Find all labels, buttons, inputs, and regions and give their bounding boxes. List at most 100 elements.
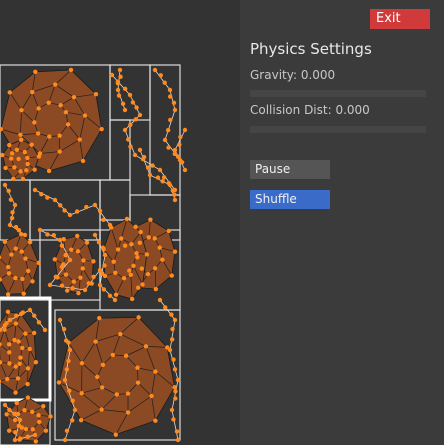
node: [16, 228, 22, 233]
node: [68, 67, 74, 73]
node: [27, 346, 32, 352]
node: [79, 360, 85, 366]
node: [128, 144, 133, 149]
node: [167, 87, 173, 93]
node: [161, 175, 167, 180]
node: [53, 274, 59, 280]
node: [21, 291, 26, 296]
physics-viewport[interactable]: [0, 0, 240, 445]
node: [11, 176, 16, 182]
node: [62, 377, 68, 383]
rope: [111, 74, 176, 191]
node: [100, 271, 105, 276]
node: [12, 202, 18, 208]
node: [115, 87, 121, 93]
node: [47, 134, 52, 139]
node: [24, 168, 29, 173]
node: [7, 90, 12, 95]
node: [18, 137, 24, 143]
node: [122, 107, 128, 113]
node: [129, 296, 135, 302]
node: [84, 204, 89, 210]
node: [25, 395, 31, 400]
node: [170, 188, 176, 193]
node: [127, 268, 132, 273]
node: [33, 439, 39, 444]
node: [61, 326, 67, 332]
node: [0, 152, 5, 158]
shuffle-button[interactable]: Shuffle: [250, 190, 330, 209]
node: [166, 145, 171, 150]
node: [80, 158, 86, 164]
node: [33, 69, 38, 74]
node: [57, 317, 63, 323]
node: [47, 282, 53, 288]
node: [12, 411, 17, 417]
node: [5, 309, 11, 315]
node: [153, 418, 158, 423]
node: [130, 100, 136, 105]
node: [12, 337, 17, 343]
node: [13, 430, 18, 435]
node: [171, 417, 176, 422]
node: [29, 142, 34, 147]
node: [2, 402, 8, 408]
node: [79, 391, 84, 396]
node: [91, 259, 96, 264]
node: [135, 255, 140, 260]
node: [175, 154, 181, 159]
node: [57, 237, 63, 243]
node: [36, 413, 41, 418]
node: [36, 320, 42, 325]
node: [169, 407, 175, 413]
node: [52, 197, 58, 203]
node: [71, 94, 77, 100]
node: [9, 151, 15, 156]
node: [15, 376, 21, 381]
node: [115, 247, 121, 252]
node: [2, 239, 8, 244]
node: [166, 228, 171, 234]
node: [6, 271, 12, 276]
container-outline: [109, 119, 131, 181]
node: [118, 331, 123, 337]
pause-button[interactable]: Pause: [250, 160, 330, 179]
node: [6, 428, 12, 433]
node: [123, 353, 129, 359]
node: [32, 432, 38, 438]
container-outline: [0, 179, 31, 241]
node: [168, 117, 173, 123]
node: [167, 94, 173, 99]
node: [66, 358, 71, 364]
node: [167, 347, 173, 353]
node: [58, 102, 63, 108]
node: [13, 364, 18, 369]
node: [165, 127, 171, 133]
node: [20, 276, 25, 282]
node: [39, 192, 44, 197]
gravity-label: Gravity: 0.000: [250, 68, 336, 82]
collision-dist-slider[interactable]: [250, 126, 426, 133]
node: [92, 202, 98, 208]
node: [7, 317, 13, 323]
node: [136, 315, 141, 320]
node: [76, 290, 81, 296]
node: [93, 91, 99, 97]
node: [42, 327, 48, 333]
node: [75, 233, 80, 239]
node: [120, 101, 126, 106]
node: [65, 122, 71, 127]
node: [107, 222, 113, 228]
node: [18, 132, 23, 137]
node: [96, 240, 102, 245]
simulation-canvas[interactable]: [0, 0, 240, 445]
exit-button[interactable]: Exit: [370, 9, 430, 29]
node: [172, 385, 177, 390]
node: [112, 297, 118, 303]
gravity-slider[interactable]: [250, 90, 426, 97]
node: [70, 418, 75, 423]
node: [19, 249, 24, 254]
node: [97, 282, 103, 288]
node: [116, 93, 122, 98]
node: [152, 67, 158, 73]
